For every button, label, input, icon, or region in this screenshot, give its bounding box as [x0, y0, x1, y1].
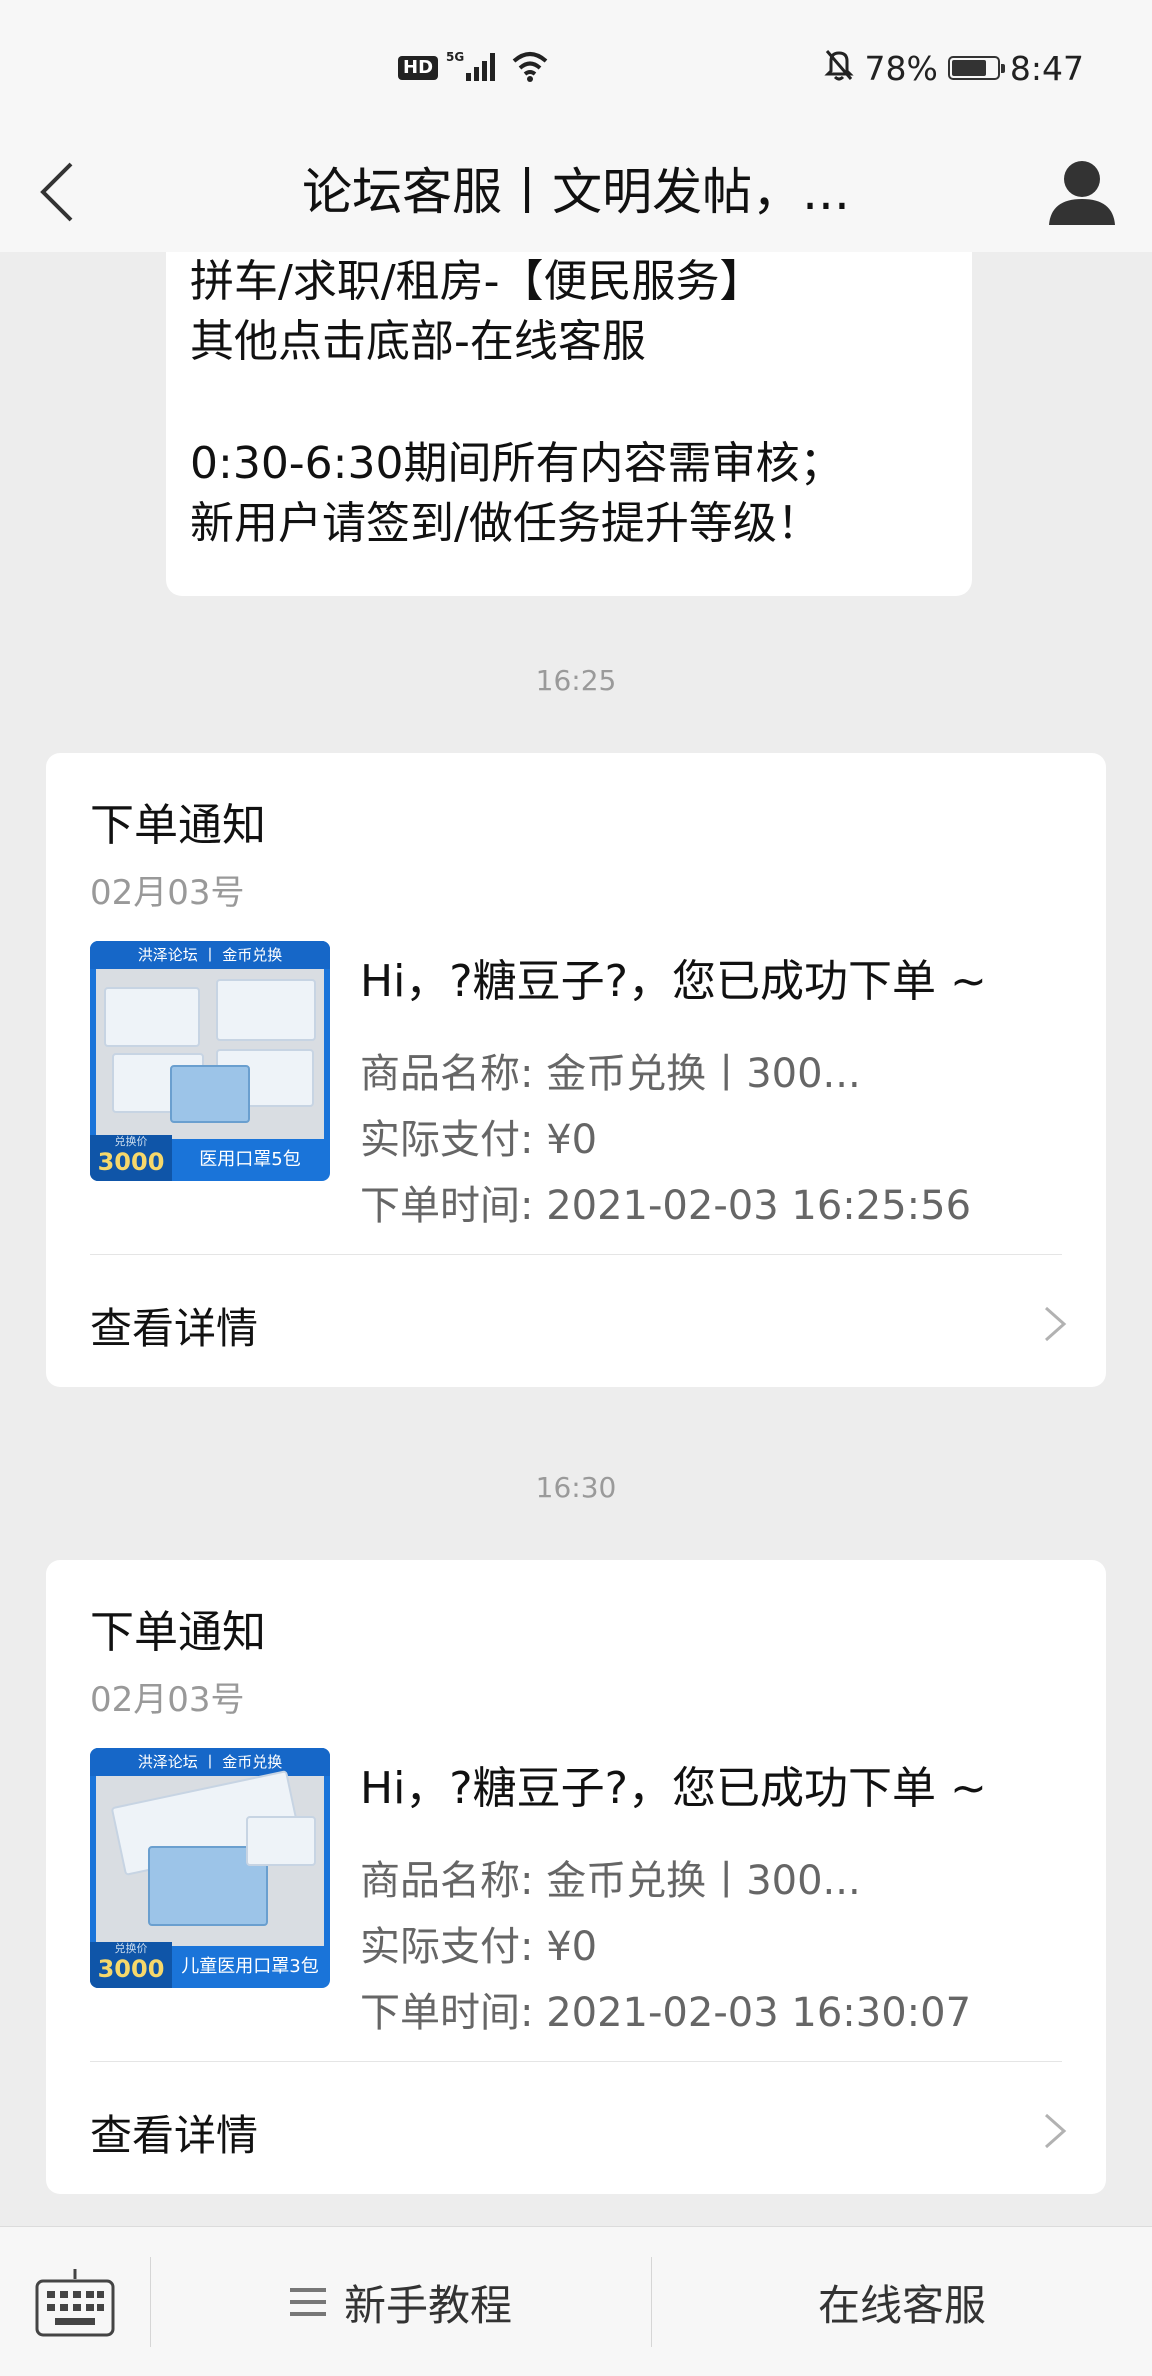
- payment-line: 实际支付: ¥0: [360, 1924, 598, 1970]
- tutorial-label: 新手教程: [343, 2280, 512, 2330]
- online-service-button[interactable]: 在线客服: [652, 2227, 1152, 2376]
- card-date: 02月03号: [90, 873, 245, 913]
- order-time-line: 下单时间: 2021-02-03 16:30:07: [360, 1990, 972, 2036]
- thumb-product-name: 医用口罩5包: [199, 1149, 301, 1170]
- price-tag: 兑换价 3000: [90, 1135, 172, 1181]
- price-tag: 兑换价 3000: [90, 1942, 172, 1988]
- product-name-line: 商品名称: 金币兑换丨300...: [360, 1858, 861, 1904]
- hd-badge: HD: [398, 56, 439, 80]
- back-button[interactable]: [22, 152, 92, 232]
- wifi-icon: [510, 49, 550, 87]
- thumb-banner: 洪泽论坛 丨 金币兑换: [90, 1748, 330, 1776]
- order-card[interactable]: 下单通知 02月03号 洪泽论坛 丨 金币兑换 兑换价 3000 儿童医用口罩3…: [46, 1560, 1106, 2194]
- order-card[interactable]: 下单通知 02月03号 洪泽论坛 丨 金币兑换 兑换价 3000 医用口罩5包 …: [46, 753, 1106, 1387]
- thumb-banner: 洪泽论坛 丨 金币兑换: [90, 941, 330, 969]
- welcome-line: 其他点击底部-在线客服: [190, 316, 646, 367]
- message-time: 16:25: [535, 664, 617, 697]
- chat-header: 论坛客服丨文明发帖，...: [0, 132, 1152, 252]
- thumb-note: [174, 1979, 326, 1987]
- payment-line: 实际支付: ¥0: [360, 1117, 598, 1163]
- view-details-label: 查看详情: [90, 2111, 259, 2160]
- chevron-right-icon: [1045, 1306, 1067, 1342]
- svg-text:5G: 5G: [446, 50, 464, 64]
- battery-fill: [951, 60, 987, 76]
- price-value: 3000: [97, 1148, 165, 1176]
- keyboard-toggle-button[interactable]: [0, 2227, 150, 2376]
- view-details-label: 查看详情: [90, 1304, 259, 1353]
- card-title: 下单通知: [90, 1607, 266, 1658]
- bottom-menu-bar: 新手教程 在线客服: [0, 2226, 1152, 2376]
- thumb-note: [174, 1172, 326, 1180]
- network-indicators: HD 5G: [398, 48, 550, 88]
- online-service-label: 在线客服: [817, 2280, 986, 2330]
- profile-button[interactable]: [1034, 144, 1130, 240]
- order-time-line: 下单时间: 2021-02-03 16:25:56: [360, 1183, 972, 1229]
- product-thumbnail[interactable]: 洪泽论坛 丨 金币兑换 兑换价 3000 医用口罩5包: [90, 941, 330, 1181]
- mute-bell-icon: [823, 47, 855, 89]
- page-title: 论坛客服丨文明发帖，...: [302, 163, 850, 221]
- status-right: 78% 8:47: [823, 42, 1084, 94]
- price-tag-label: 兑换价: [114, 1135, 148, 1148]
- card-date: 02月03号: [90, 1680, 245, 1720]
- chevron-right-icon: [1045, 2113, 1067, 2149]
- product-photo: [96, 969, 324, 1139]
- product-photo: [96, 1770, 324, 1946]
- welcome-message: 拼车/求职/租房-【便民服务】 其他点击底部-在线客服 0:30-6:30期间所…: [166, 252, 972, 596]
- order-headline: Hi，?糖豆子?，您已成功下单 ~: [360, 1763, 987, 1814]
- battery-icon: [947, 56, 1005, 80]
- tutorial-menu-button[interactable]: 新手教程: [151, 2227, 651, 2376]
- thumb-product-name: 儿童医用口罩3包: [181, 1956, 319, 1977]
- price-tag-label: 兑换价: [114, 1942, 148, 1955]
- order-headline: Hi，?糖豆子?，您已成功下单 ~: [360, 956, 987, 1007]
- clock: 8:47: [1009, 48, 1084, 88]
- status-bar: HD 5G 78% 8:47: [0, 0, 1152, 132]
- menu-icon: [289, 2288, 326, 2316]
- product-thumbnail[interactable]: 洪泽论坛 丨 金币兑换 兑换价 3000 儿童医用口罩3包: [90, 1748, 330, 1988]
- user-icon: [1049, 161, 1115, 225]
- keyboard-icon: [35, 2269, 115, 2337]
- view-details-button[interactable]: 查看详情: [46, 2062, 1106, 2194]
- product-name-line: 商品名称: 金币兑换丨300...: [360, 1051, 861, 1097]
- card-title: 下单通知: [90, 800, 266, 851]
- battery-percent: 78%: [864, 48, 938, 88]
- chevron-left-icon: [40, 162, 73, 222]
- welcome-line: 新用户请签到/做任务提升等级！: [190, 498, 821, 549]
- welcome-line: 拼车/求职/租房-【便民服务】: [190, 256, 764, 307]
- signal-icon: 5G: [446, 49, 502, 87]
- price-value: 3000: [97, 1955, 165, 1983]
- view-details-button[interactable]: 查看详情: [46, 1255, 1106, 1387]
- chat-area[interactable]: 拼车/求职/租房-【便民服务】 其他点击底部-在线客服 0:30-6:30期间所…: [0, 252, 1152, 2226]
- message-time: 16:30: [535, 1471, 617, 1504]
- welcome-line: 0:30-6:30期间所有内容需审核；: [190, 438, 844, 489]
